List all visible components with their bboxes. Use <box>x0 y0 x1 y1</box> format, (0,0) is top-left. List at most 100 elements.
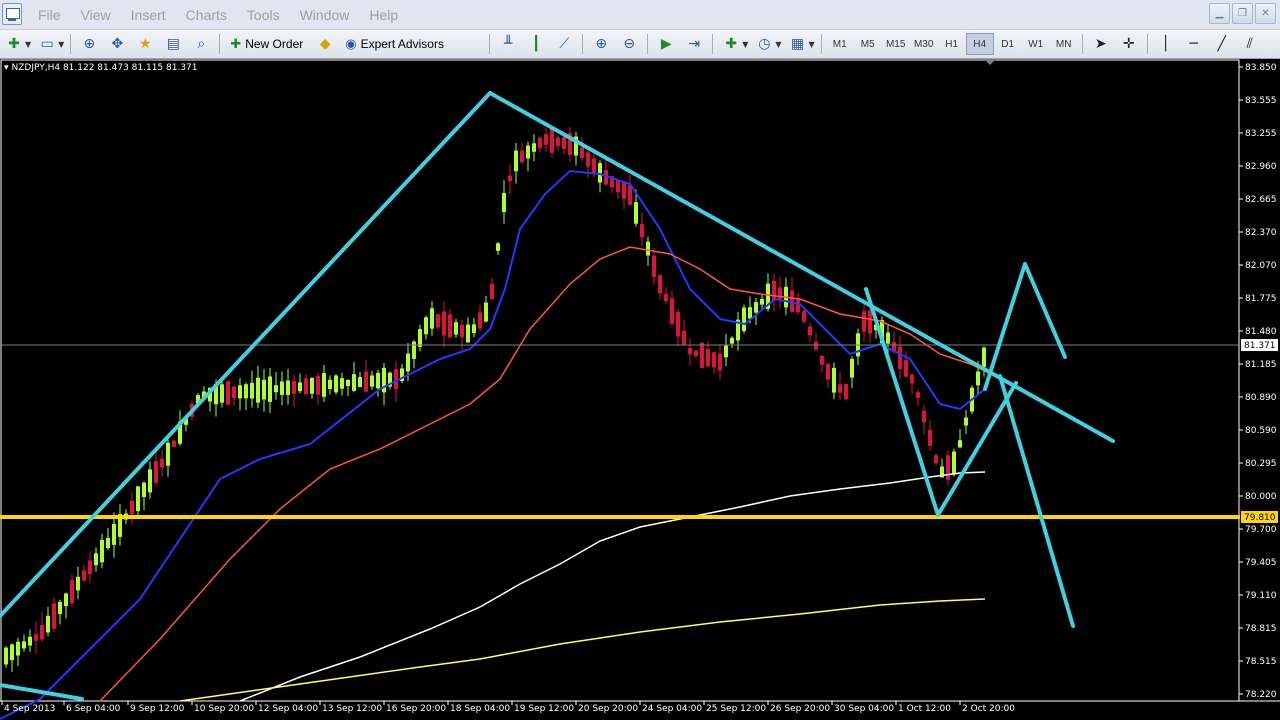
candle-body <box>226 381 230 405</box>
templates-icon[interactable]: ▦ <box>786 33 810 55</box>
candle-body <box>166 442 170 466</box>
timeframe-d1[interactable]: D1 <box>994 33 1022 55</box>
profiles-dropdown-icon[interactable]: ▼ <box>58 40 64 49</box>
time-axis-label: 25 Sep 12:00 <box>706 704 766 714</box>
timeframe-m5[interactable]: M5 <box>854 33 882 55</box>
trendline-icon[interactable]: ╱ <box>1210 33 1234 55</box>
restore-button[interactable]: ❐ <box>1232 3 1253 24</box>
candlestick-icon[interactable]: ┃ <box>524 33 548 55</box>
menu-tools[interactable]: Tools <box>239 0 288 30</box>
candle-body <box>922 410 926 423</box>
app-logo-icon[interactable] <box>2 3 22 25</box>
channel-icon[interactable]: ⫽ <box>1238 33 1262 55</box>
candle-body <box>46 615 50 633</box>
timeframe-m1[interactable]: M1 <box>826 33 854 55</box>
trendline-descending <box>588 147 1115 443</box>
terminal-icon[interactable]: ▤ <box>161 33 185 55</box>
price-chart[interactable]: 83.850 83.555 83.255 82.960 82.665 82.370 82.0… <box>0 59 1280 720</box>
market-watch-icon[interactable]: ⊕ <box>77 33 101 55</box>
timeframe-m15[interactable]: M15 <box>882 33 910 55</box>
candle-body <box>424 317 428 335</box>
candle-body <box>520 150 524 163</box>
chart-shift-icon[interactable]: ⇥ <box>682 33 706 55</box>
candle-body <box>28 636 32 646</box>
candle-body <box>280 381 284 395</box>
candle-body <box>844 384 848 400</box>
candle-body <box>448 314 452 338</box>
candle-body <box>436 314 440 328</box>
candle-body <box>268 376 272 402</box>
candle-body <box>562 136 566 149</box>
candle-body <box>322 372 326 397</box>
candle-body <box>70 580 74 604</box>
price-axis-label: 81.185 <box>1245 360 1277 370</box>
chart-canvas[interactable]: 83.850 83.555 83.255 82.960 82.665 82.370 82.0… <box>0 59 1280 720</box>
price-axis-label: 79.700 <box>1245 525 1277 535</box>
price-axis-label: 80.295 <box>1245 459 1277 469</box>
crosshair-icon[interactable]: ✛ <box>1117 33 1141 55</box>
candle-body <box>172 440 176 447</box>
indicators-icon[interactable]: ✚ <box>719 33 743 55</box>
candle-body <box>238 385 242 399</box>
data-window-icon[interactable]: ✥ <box>105 33 129 55</box>
time-axis-label: 9 Sep 12:00 <box>130 704 185 714</box>
line-chart-icon[interactable]: ⟋ <box>552 33 576 55</box>
timeframe-h1[interactable]: H1 <box>938 33 966 55</box>
candle-body <box>862 311 866 332</box>
candle-body <box>466 324 470 343</box>
candle-body <box>16 641 20 656</box>
menu-window[interactable]: Window <box>292 0 358 30</box>
candle-body <box>634 202 638 224</box>
new-order-label: New Order <box>245 37 304 51</box>
horizontal-line-icon[interactable]: ─ <box>1182 33 1206 55</box>
indicators-dropdown-icon[interactable]: ▼ <box>742 40 748 49</box>
menu-insert[interactable]: Insert <box>123 0 174 30</box>
expert-advisors-button[interactable]: ◉ Expert Advisors <box>341 33 471 55</box>
candle-body <box>412 341 416 359</box>
vertical-line-icon[interactable]: │ <box>1154 33 1178 55</box>
cursor-icon[interactable]: ➤ <box>1089 33 1113 55</box>
timeframe-mn[interactable]: MN <box>1050 33 1078 55</box>
candle-body <box>346 379 350 387</box>
menu-help[interactable]: Help <box>361 0 406 30</box>
candle-body <box>508 175 512 182</box>
toolbar-separator <box>647 34 649 54</box>
menu-charts[interactable]: Charts <box>178 0 235 30</box>
ma-white-line <box>239 471 986 702</box>
candle-body <box>760 298 764 305</box>
zoom-out-icon[interactable]: ⊖ <box>617 33 641 55</box>
price-axis-label: 82.665 <box>1245 195 1277 205</box>
price-axis-label: 82.960 <box>1245 162 1277 172</box>
close-button[interactable]: ✕ <box>1255 3 1276 24</box>
expert-advisors-icon: ◉ <box>345 36 357 52</box>
candle-body <box>952 451 956 475</box>
candle-body <box>898 346 902 369</box>
menu-view[interactable]: View <box>73 0 119 30</box>
bar-chart-icon[interactable]: ╨ <box>496 33 520 55</box>
menu-file[interactable]: File <box>30 0 69 30</box>
navigator-icon[interactable]: ★ <box>133 33 157 55</box>
toolbar-separator <box>489 34 491 54</box>
new-chart-icon[interactable]: ✚ <box>2 33 26 55</box>
timeframe-h4[interactable]: H4 <box>965 33 994 55</box>
periods-dropdown-icon[interactable]: ▼ <box>775 40 781 49</box>
strategy-tester-icon[interactable]: ⌕ <box>189 33 213 55</box>
auto-scroll-icon[interactable]: ▶ <box>654 33 678 55</box>
time-axis-label: 26 Sep 20:00 <box>770 704 830 714</box>
new-chart-dropdown-icon[interactable]: ▼ <box>25 40 31 49</box>
window-controls: ▁ ❐ ✕ <box>1209 3 1276 24</box>
zoom-in-icon[interactable]: ⊕ <box>589 33 613 55</box>
periods-icon[interactable]: ◷ <box>752 33 776 55</box>
chart-menu-arrow-icon[interactable]: ▾ <box>4 63 9 73</box>
profiles-icon[interactable]: ▭ <box>35 33 59 55</box>
minimize-button[interactable]: ▁ <box>1209 3 1230 24</box>
candle-body <box>94 553 98 566</box>
metaeditor-icon[interactable]: ◆ <box>313 33 337 55</box>
time-axis-label: 12 Sep 04:00 <box>258 704 318 714</box>
candle-body <box>748 307 752 319</box>
timeframe-w1[interactable]: W1 <box>1022 33 1050 55</box>
new-order-button[interactable]: ✚ New Order <box>226 33 309 55</box>
templates-dropdown-icon[interactable]: ▼ <box>809 40 815 49</box>
candle-body <box>148 469 152 493</box>
timeframe-m30[interactable]: M30 <box>910 33 938 55</box>
